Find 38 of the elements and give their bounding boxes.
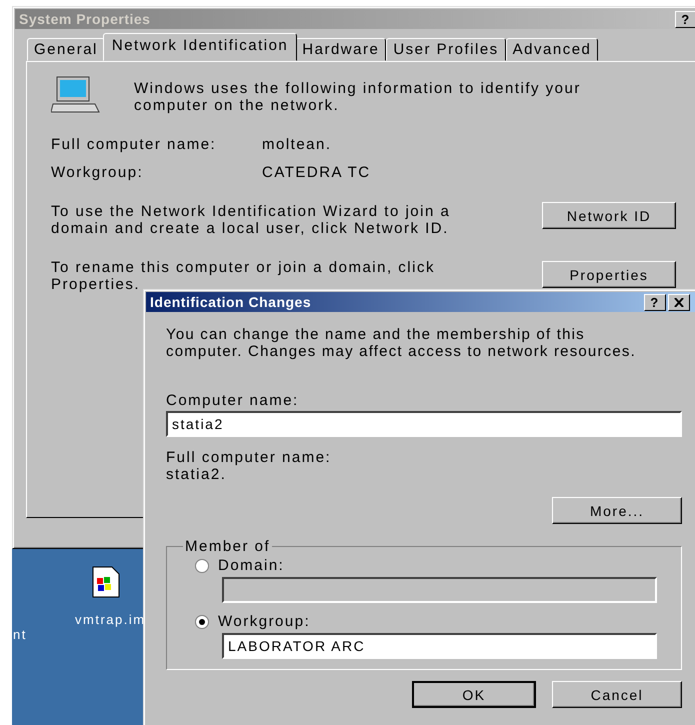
instruction-text: To use the Network Identification Wizard to join a domain and create a local user, click Network ID. — [51, 203, 452, 237]
tab[interactable]: User Profiles — [386, 38, 506, 61]
field-value: CATEDRA TC — [262, 164, 371, 181]
window-title: System Properties — [19, 11, 152, 27]
field-value: statia2. — [166, 466, 228, 483]
tab[interactable]: Advanced — [506, 38, 598, 61]
radio-button[interactable] — [195, 614, 209, 628]
domain-field[interactable] — [222, 577, 657, 603]
help-button[interactable]: ? — [675, 10, 695, 28]
close-icon — [674, 298, 684, 306]
field-value: moltean. — [262, 136, 332, 153]
field-label: Full computer name: — [166, 449, 332, 466]
file-icon[interactable] — [92, 566, 120, 598]
more-button[interactable]: More... — [552, 497, 682, 524]
computer-name-field[interactable]: statia2 — [166, 411, 682, 437]
action-button[interactable]: Properties — [542, 261, 676, 288]
close-button[interactable] — [668, 294, 690, 310]
action-button[interactable]: Network ID — [542, 202, 676, 229]
field-label: Workgroup: — [51, 164, 144, 181]
tab[interactable]: General — [27, 38, 105, 61]
workgroup-field[interactable]: LABORATOR ARC — [222, 633, 657, 659]
intro-text: You can change the name and the membership of this computer. Changes may affect access to network resources. — [166, 326, 637, 360]
cancel-button[interactable]: Cancel — [552, 681, 682, 708]
instruction-text: To rename this computer or join a domain, click Properties. — [51, 259, 436, 293]
field-label: Full computer name: — [51, 136, 218, 153]
help-button[interactable]: ? — [644, 294, 666, 310]
intro-text: Windows uses the following information to identify your computer on the network. — [134, 80, 582, 114]
radio-label: Workgroup: — [218, 613, 310, 630]
desktop-icon-label[interactable]: vmtrap.im — [75, 612, 146, 627]
tab[interactable]: Hardware — [295, 38, 386, 61]
radio-button[interactable] — [195, 558, 209, 572]
radio-label: Domain: — [218, 557, 284, 574]
group-legend: Member of — [183, 538, 272, 555]
tab[interactable]: Network Identification — [102, 33, 298, 61]
field-label: Computer name: — [166, 392, 300, 409]
dialog-title: Identification Changes — [150, 294, 312, 310]
ok-button[interactable]: OK — [412, 681, 536, 708]
desktop-icon-label[interactable]: nt — [13, 627, 27, 642]
